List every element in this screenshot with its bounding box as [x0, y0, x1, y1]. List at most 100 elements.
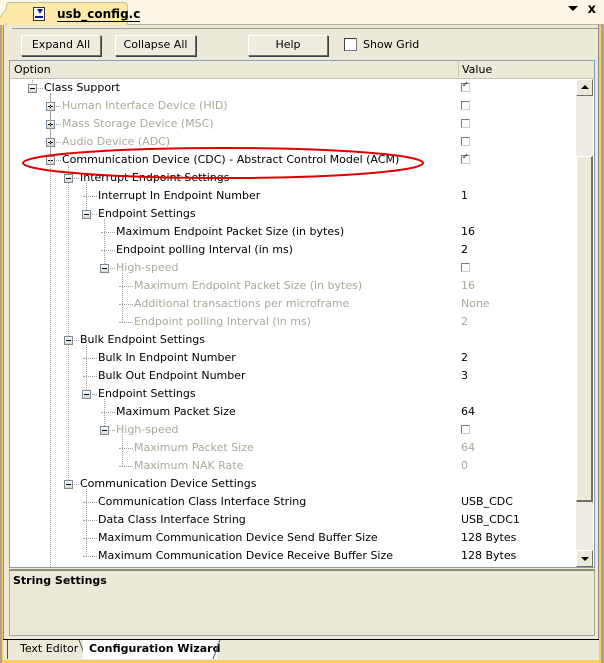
option-label: Endpoint polling Interval (in ms)	[116, 243, 293, 256]
option-value[interactable]: 2	[461, 243, 468, 257]
collapse-minus-icon[interactable]	[100, 426, 109, 435]
tree-row-bulk-endpoint-settings[interactable]: Bulk Endpoint Settings	[10, 331, 576, 349]
editor-tab-strip: usb_config.c x	[0, 0, 604, 25]
tree-row-maximum-endpoint-packet-size-in-bytes[interactable]: Maximum Endpoint Packet Size (in bytes) 1…	[10, 223, 576, 241]
tree-row-bulk-in-endpoint-number[interactable]: Bulk In Endpoint Number 2	[10, 349, 576, 367]
value-checkbox-unchecked[interactable]	[461, 137, 470, 146]
collapse-minus-icon[interactable]	[64, 480, 73, 489]
tree-row-endpoint-polling-interval-in-ms[interactable]: Endpoint polling Interval (in ms) 2	[10, 313, 576, 331]
collapse-minus-icon[interactable]	[28, 84, 37, 93]
option-label: Audio Device (ADC)	[62, 135, 171, 148]
option-value[interactable]: 16	[461, 225, 475, 239]
tree-connector	[83, 520, 97, 521]
value-checkbox-unchecked[interactable]	[461, 425, 470, 434]
tree-row-interrupt-endpoint-settings[interactable]: Interrupt Endpoint Settings	[10, 169, 576, 187]
option-value[interactable]: 64	[461, 441, 475, 455]
file-tab[interactable]: usb_config.c	[6, 2, 141, 25]
dropdown-arrow-icon[interactable]	[568, 6, 578, 11]
collapse-minus-icon[interactable]	[64, 336, 73, 345]
tree-row-high-speed[interactable]: High-speed	[10, 421, 576, 439]
option-label: Maximum Endpoint Packet Size (in bytes)	[134, 279, 363, 292]
tree-row-endpoint-settings[interactable]: Endpoint Settings	[10, 205, 576, 223]
column-separator[interactable]	[458, 62, 459, 77]
collapse-minus-icon[interactable]	[100, 264, 109, 273]
editor-frame: Expand All Collapse All Help Show Grid O…	[0, 25, 604, 663]
column-header-option[interactable]: Option	[14, 63, 51, 76]
tree-row-maximum-communication-device-send-buffer-size[interactable]: Maximum Communication Device Send Buffer…	[10, 529, 576, 547]
option-value[interactable]: USB_CDC1	[461, 513, 520, 527]
option-label: Maximum Endpoint Packet Size (in bytes)	[116, 225, 345, 238]
tree-connector	[119, 304, 133, 305]
tree-row-communication-device-cdc-abstract-control-model-acm[interactable]: Communication Device (CDC) - Abstract Co…	[10, 151, 576, 169]
tree-connector	[110, 430, 115, 431]
collapse-all-button[interactable]: Collapse All	[115, 35, 196, 56]
tab-text-editor[interactable]: Text Editor	[7, 640, 81, 659]
option-label: Maximum NAK Rate	[134, 459, 244, 472]
tree-guide-line	[50, 93, 51, 567]
bottom-tab-bar: Text Editor Configuration Wizard	[3, 639, 599, 660]
help-button[interactable]: Help	[248, 35, 328, 56]
tree-row-endpoint-settings[interactable]: Endpoint Settings	[10, 385, 576, 403]
tree-row-mass-storage-device-msc[interactable]: Mass Storage Device (MSC)	[10, 115, 576, 133]
tree-row-human-interface-device-hid[interactable]: Human Interface Device (HID)	[10, 97, 576, 115]
tree-row-communication-class-interface-string[interactable]: Communication Class Interface String USB_…	[10, 493, 576, 511]
option-value[interactable]: None	[461, 297, 490, 311]
tree-row-additional-transactions-per-microframe[interactable]: Additional transactions per microframe No…	[10, 295, 576, 313]
column-header-value[interactable]: Value	[462, 63, 492, 76]
option-label: Communication Device (CDC) - Abstract Co…	[62, 153, 400, 166]
option-value[interactable]: USB_CDC	[461, 495, 513, 509]
value-checkbox-checked[interactable]	[461, 152, 470, 164]
option-label: Endpoint polling Interval (in ms)	[134, 315, 311, 328]
tree-row-high-speed[interactable]: High-speed	[10, 259, 576, 277]
value-checkbox-checked[interactable]	[461, 80, 470, 92]
vertical-scrollbar[interactable]	[576, 79, 593, 567]
option-value[interactable]: 2	[461, 315, 468, 329]
tab-configuration-wizard[interactable]: Configuration Wizard	[83, 640, 220, 659]
option-label: Bulk Out Endpoint Number	[98, 369, 246, 382]
tree-connector	[56, 106, 61, 107]
tree-row-maximum-endpoint-packet-size-in-bytes[interactable]: Maximum Endpoint Packet Size (in bytes) 1…	[10, 277, 576, 295]
value-checkbox-unchecked[interactable]	[461, 101, 470, 110]
scroll-up-button[interactable]	[576, 79, 593, 96]
tree-row-endpoint-polling-interval-in-ms[interactable]: Endpoint polling Interval (in ms) 2	[10, 241, 576, 259]
expand-all-button[interactable]: Expand All	[21, 35, 101, 56]
option-value[interactable]: 0	[461, 459, 468, 473]
tree-row-communication-device-settings[interactable]: Communication Device Settings	[10, 475, 576, 493]
option-value[interactable]: 1	[461, 189, 468, 203]
tree-row-maximum-communication-device-receive-buffer-size[interactable]: Maximum Communication Device Receive Buf…	[10, 547, 576, 565]
tree-row-data-class-interface-string[interactable]: Data Class Interface String USB_CDC1	[10, 511, 576, 529]
tree-row-maximum-packet-size[interactable]: Maximum Packet Size 64	[10, 439, 576, 457]
option-value[interactable]: 64	[461, 405, 475, 419]
collapse-minus-icon[interactable]	[82, 210, 91, 219]
scroll-down-button[interactable]	[576, 550, 593, 567]
option-value[interactable]: 3	[461, 369, 468, 383]
option-label: Communication Device Settings	[80, 477, 257, 490]
option-label: Endpoint Settings	[98, 207, 196, 220]
tree-row-bulk-out-endpoint-number[interactable]: Bulk Out Endpoint Number 3	[10, 367, 576, 385]
scrollbar-thumb[interactable]	[576, 156, 593, 502]
show-grid-checkbox-box[interactable]	[344, 38, 357, 51]
option-value[interactable]: 128 Bytes	[461, 531, 516, 545]
tree-connector	[83, 196, 97, 197]
close-icon[interactable]: x	[588, 3, 596, 17]
file-tab-label: usb_config.c	[57, 7, 141, 22]
tree-connector	[83, 538, 97, 539]
tree-connector	[56, 142, 61, 143]
collapse-minus-icon[interactable]	[64, 174, 73, 183]
option-value[interactable]: 2	[461, 351, 468, 365]
option-value[interactable]: 16	[461, 279, 475, 293]
option-label: Maximum Packet Size	[134, 441, 254, 454]
tree-row-maximum-packet-size[interactable]: Maximum Packet Size 64	[10, 403, 576, 421]
value-checkbox-unchecked[interactable]	[461, 119, 470, 128]
tree-row-interrupt-in-endpoint-number[interactable]: Interrupt In Endpoint Number 1	[10, 187, 576, 205]
option-value[interactable]: 128 Bytes	[461, 549, 516, 563]
option-label: Class Support	[44, 81, 120, 94]
collapse-minus-icon[interactable]	[82, 390, 91, 399]
value-checkbox-unchecked[interactable]	[461, 263, 470, 272]
grid-header: Option Value	[10, 61, 594, 79]
option-label: Bulk Endpoint Settings	[80, 333, 206, 346]
tree-row-maximum-nak-rate[interactable]: Maximum NAK Rate 0	[10, 457, 576, 475]
tree-connector	[101, 412, 115, 413]
tree-row-class-support[interactable]: Class Support	[10, 79, 576, 97]
tree-row-audio-device-adc[interactable]: Audio Device (ADC)	[10, 133, 576, 151]
